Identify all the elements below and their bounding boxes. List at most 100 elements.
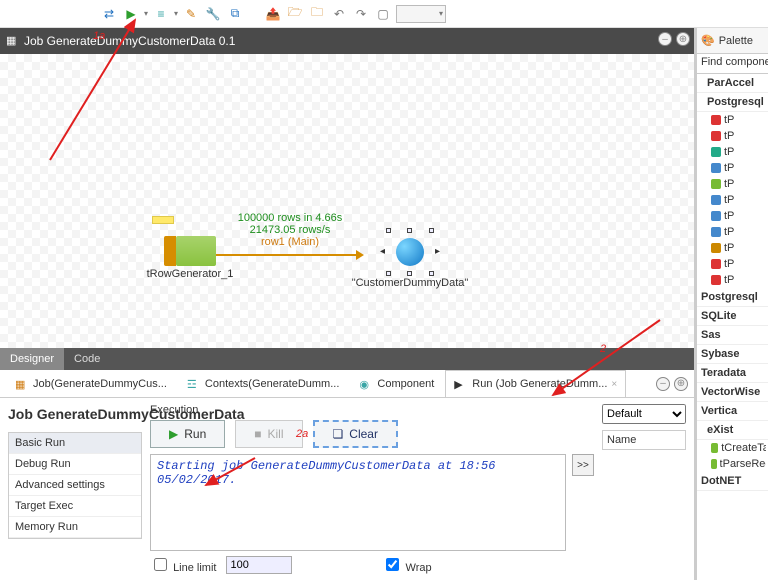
nav-target-exec[interactable]: Target Exec (9, 496, 141, 517)
palette-cat[interactable]: Sybase (697, 345, 768, 364)
palette-cat-exist[interactable]: eXist (697, 421, 768, 440)
palette-cat-postgresql[interactable]: Postgresql (697, 93, 768, 112)
flow-stats: 100000 rows in 4.66s 21473.05 rows/s row… (210, 212, 370, 248)
palette-item[interactable]: tParseRecordSet (697, 456, 768, 472)
undo-icon[interactable]: ↶ (330, 5, 348, 23)
run-heading: Job GenerateDummyCustomerData (8, 406, 142, 422)
palette-cat[interactable]: VectorWise (697, 383, 768, 402)
redo-icon[interactable]: ↷ (352, 5, 370, 23)
expand-button[interactable]: >> (572, 454, 594, 476)
component-icon (711, 163, 721, 173)
run-nav: Basic Run Debug Run Advanced settings Ta… (8, 432, 142, 539)
db-dropdown[interactable]: ▾ (174, 9, 178, 18)
tab-job[interactable]: ▦Job(GenerateDummyCus... (6, 370, 176, 397)
palette-item[interactable]: tP (697, 176, 768, 192)
subjob-header[interactable] (152, 216, 174, 224)
tab-designer[interactable]: Designer (0, 348, 64, 370)
palette-header[interactable]: 🎨 Palette (697, 28, 768, 54)
palette-item[interactable]: tP (697, 224, 768, 240)
palette-item[interactable]: tP (697, 160, 768, 176)
palette-cat[interactable]: Sas (697, 326, 768, 345)
wrench-icon[interactable]: 🔧 (204, 5, 222, 23)
run-view-icon: ▶ (454, 378, 468, 391)
open3-icon[interactable]: 🗀 (308, 5, 326, 23)
tpostgresqloutput-icon (396, 238, 424, 266)
flow-link[interactable] (216, 254, 358, 256)
palette-item[interactable]: tP (697, 208, 768, 224)
contexts-icon: ☲ (187, 378, 201, 391)
play-icon: ▶ (169, 427, 178, 441)
component-icon: ◉ (359, 378, 373, 391)
tab-contexts[interactable]: ☲Contexts(GenerateDumm... (178, 370, 349, 397)
context-select[interactable]: Default (602, 404, 686, 424)
palette-cat[interactable]: Teradata (697, 364, 768, 383)
palette-item[interactable]: tP (697, 256, 768, 272)
editor-mode-tabs: Designer Code (0, 348, 694, 370)
palette-cat-paraccel[interactable]: ParAccel (697, 74, 768, 93)
nav-advanced-settings[interactable]: Advanced settings (9, 475, 141, 496)
nav-memory-run[interactable]: Memory Run (9, 517, 141, 538)
tab-component[interactable]: ◉Component (350, 370, 443, 397)
maximize-icon[interactable]: ⊕ (676, 32, 690, 46)
open1-icon[interactable]: 📤 (264, 5, 282, 23)
edit-icon[interactable]: ✎ (182, 5, 200, 23)
nav-basic-run[interactable]: Basic Run (9, 433, 141, 454)
run-button[interactable]: ▶Run (150, 420, 225, 448)
palette-cat[interactable]: Vertica (697, 402, 768, 421)
component-icon (711, 147, 721, 157)
context-name-header: Name (602, 430, 686, 450)
clear-icon: ❏ (333, 427, 344, 441)
component-icon (711, 179, 721, 189)
views-tabbar: ▦Job(GenerateDummyCus... ☲Contexts(Gener… (0, 370, 694, 398)
component-icon (711, 259, 721, 269)
palette-icon: 🎨 (701, 34, 715, 47)
component-icon (711, 459, 717, 469)
editor-area: ▦ Job GenerateDummyCustomerData 0.1 × – … (0, 28, 694, 370)
job-view-icon: ▦ (15, 378, 29, 391)
line-limit-input[interactable] (226, 556, 292, 574)
palette-item[interactable]: tP (697, 144, 768, 160)
palette-item[interactable]: tP (697, 128, 768, 144)
palette-item[interactable]: tP (697, 272, 768, 288)
play-dropdown[interactable]: ▾ (144, 9, 148, 18)
component-icon (711, 211, 721, 221)
clear-button[interactable]: ❏Clear (313, 420, 398, 448)
palette-cat-dotnet[interactable]: DotNET (697, 472, 768, 491)
execution-label: Execution (150, 404, 594, 416)
palette-cat[interactable]: Postgresql (697, 288, 768, 307)
tab-code[interactable]: Code (64, 348, 110, 370)
editor-tab[interactable]: ▦ Job GenerateDummyCustomerData 0.1 × – … (0, 28, 694, 54)
palette-item[interactable]: tP (697, 112, 768, 128)
top-toolbar: ⇄ ▶ ▾ ≡ ▾ ✎ 🔧 ⧉ 📤 🗁 🗀 ↶ ↷ ▢ ▾ (0, 0, 768, 28)
close-icon[interactable]: × (611, 379, 617, 390)
doc-icon[interactable]: ▢ (374, 5, 392, 23)
stop-icon: ■ (254, 427, 261, 441)
console-output[interactable]: Starting job GenerateDummyCustomerData a… (150, 454, 566, 551)
open2-icon[interactable]: 🗁 (286, 5, 304, 23)
job-icon: ▦ (6, 34, 20, 48)
arrows-icon[interactable]: ⇄ (100, 5, 118, 23)
design-canvas[interactable]: tRowGenerator_1 ◂ ▸ (0, 54, 694, 348)
component-label: "CustomerDummyData" (350, 277, 470, 289)
maximize-icon[interactable]: ⊕ (674, 377, 688, 391)
component-icon (711, 275, 721, 285)
palette-cat[interactable]: SQLite (697, 307, 768, 326)
line-limit-checkbox[interactable]: Line limit (150, 555, 216, 574)
palette-search[interactable]: Find component (697, 54, 768, 74)
db-icon[interactable]: ≡ (152, 5, 170, 23)
wrap-checkbox[interactable]: Wrap (382, 555, 431, 574)
tab-run[interactable]: ▶Run (Job GenerateDumm...× (445, 370, 626, 397)
component-icon (711, 195, 721, 205)
palette-item[interactable]: tCreateTable (697, 440, 768, 456)
palette-item[interactable]: tP (697, 240, 768, 256)
zoom-combo[interactable]: ▾ (396, 5, 446, 23)
nav-debug-run[interactable]: Debug Run (9, 454, 141, 475)
component-label: tRowGenerator_1 (140, 268, 240, 280)
component-icon (711, 115, 721, 125)
flow-arrow-icon (356, 250, 364, 260)
play-icon[interactable]: ▶ (122, 5, 140, 23)
palette-item[interactable]: tP (697, 192, 768, 208)
minimize-icon[interactable]: – (656, 377, 670, 391)
chain-icon[interactable]: ⧉ (226, 5, 244, 23)
minimize-icon[interactable]: – (658, 32, 672, 46)
